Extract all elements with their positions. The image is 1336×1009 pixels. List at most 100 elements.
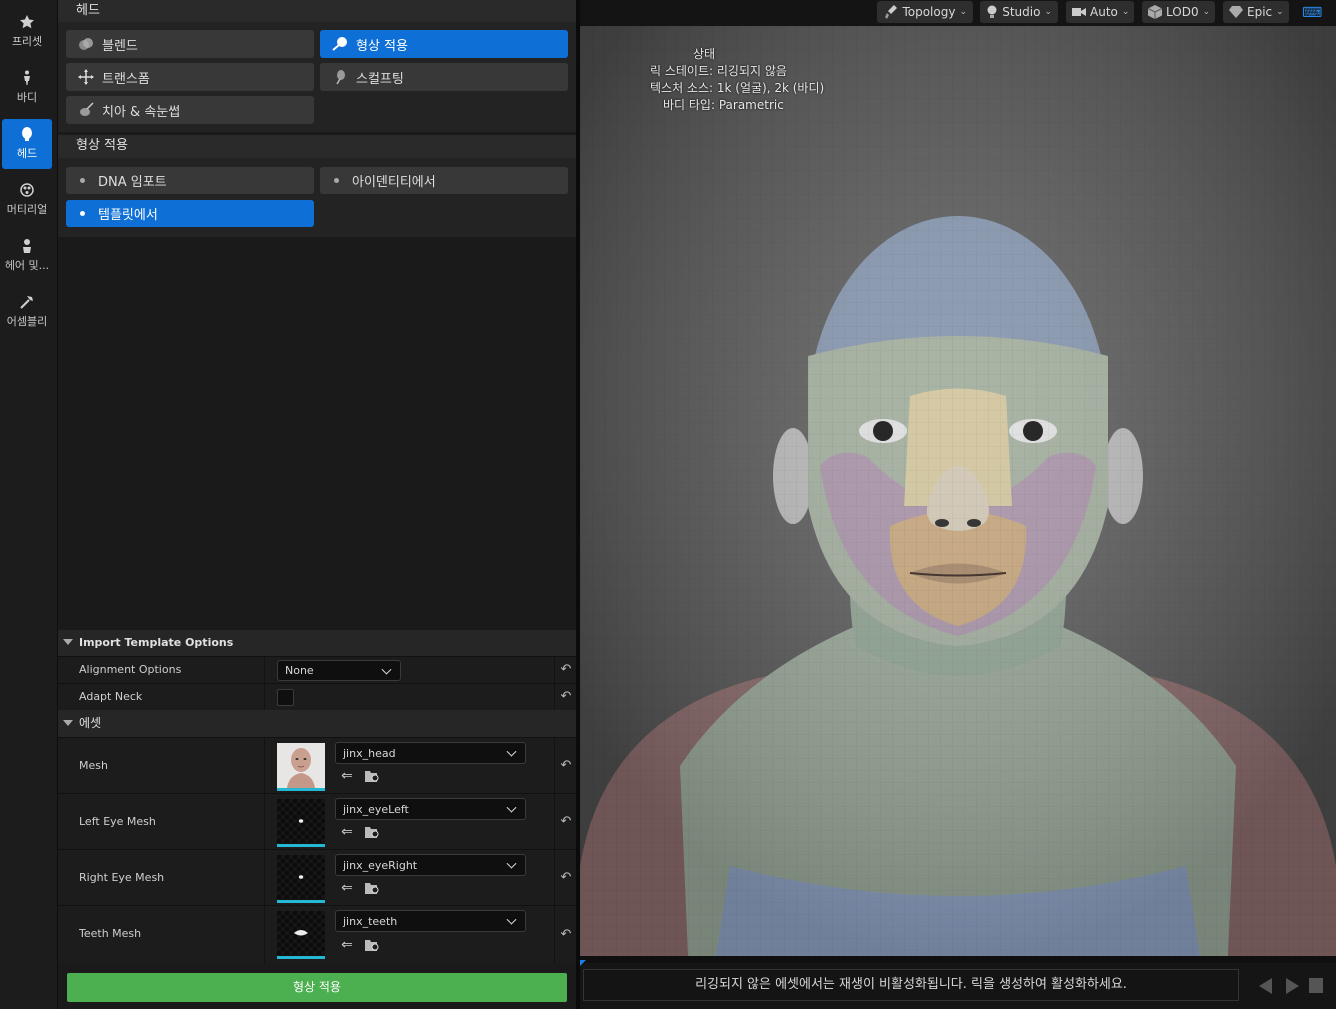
column-divider [554,738,555,793]
column-divider [264,684,265,710]
transform-button[interactable]: 트랜스폼 [66,63,314,91]
rig-state-text: 릭 스테이트: 리깅되지 않음 [650,64,787,78]
rail-item-hair[interactable]: 헤어 및... [2,231,52,281]
column-divider [264,657,265,683]
from-template-option[interactable]: 템플릿에서 [66,200,314,227]
import-template-options-header[interactable]: Import Template Options [58,630,576,656]
browse-asset-icon[interactable] [364,937,380,953]
rail-item-assembly[interactable]: 어셈블리 [2,287,52,337]
use-selected-icon[interactable]: ⇐ [339,824,355,840]
assets-header[interactable]: 에셋 [58,710,576,737]
column-divider [554,794,555,849]
rail-item-head[interactable]: 헤드 [2,119,52,169]
chevron-down-icon [506,914,517,925]
sculpt-icon [330,68,350,86]
rail-item-label: 어셈블리 [6,315,48,328]
alignment-options-dropdown[interactable]: None [277,660,401,681]
blend-label: 블렌드 [102,38,138,54]
import-template-options-title: Import Template Options [79,636,234,649]
mesh-asset-value: jinx_head [343,746,396,760]
mesh-asset-picker[interactable]: jinx_head [335,742,526,764]
teeth-lashes-label: 치아 & 속눈썹 [102,104,181,120]
lod-dropdown[interactable]: LOD0 ⌄ [1142,1,1215,23]
teeth-lashes-button[interactable]: 치아 & 속눈썹 [66,96,314,124]
right-eye-thumbnail[interactable] [277,855,325,903]
quality-dropdown[interactable]: Epic ⌄ [1223,1,1289,23]
transform-icon [76,68,96,86]
teeth-thumbnail[interactable] [277,911,325,959]
rail-item-materials[interactable]: 머티리얼 [2,175,52,225]
column-divider [264,794,265,849]
dna-import-option[interactable]: DNA 임포트 [66,167,314,194]
star-icon [17,13,37,31]
assets-title: 에셋 [79,716,102,730]
rail-item-presets[interactable]: 프리셋 [2,7,52,57]
reset-icon[interactable]: ↶ [559,815,573,829]
asset-row-teeth: Teeth Mesh jinx_teeth ⇐ ↶ [58,905,576,963]
lighting-dropdown[interactable]: Studio ⌄ [980,1,1058,23]
use-selected-icon[interactable]: ⇐ [339,937,355,953]
left-eye-asset-picker[interactable]: jinx_eyeLeft [335,798,526,820]
right-eye-asset-picker[interactable]: jinx_eyeRight [335,854,526,876]
reset-icon[interactable]: ↶ [559,663,573,677]
browse-asset-icon[interactable] [364,768,380,784]
radio-dot [334,178,339,183]
adapt-neck-row: Adapt Neck ↶ [58,683,576,710]
conform-icon [330,35,350,53]
adapt-neck-label: Adapt Neck [79,690,143,703]
camera-icon [1072,4,1086,20]
body-icon [17,69,37,87]
conform-button[interactable]: 형상 적용 [320,30,568,58]
head-panel: 헤드 블렌드 형상 적용 트랜스폼 스컬프팅 치아 & 속눈썹 형상 적용 DN… [58,0,576,1009]
reset-icon[interactable]: ↶ [559,690,573,704]
chevron-down-icon: ⌄ [1202,7,1211,17]
left-eye-thumbnail[interactable] [277,799,325,847]
conform-label: 형상 적용 [356,38,408,54]
lod-label: LOD0 [1166,5,1199,19]
use-selected-icon[interactable]: ⇐ [339,768,355,784]
from-identity-option[interactable]: 아이덴티티에서 [320,167,568,194]
hammer-icon [17,293,37,311]
topology-label: Topology [902,5,956,19]
left-eye-asset-value: jinx_eyeLeft [343,802,409,816]
reset-icon[interactable]: ↶ [559,759,573,773]
sculpt-button[interactable]: 스컬프팅 [320,63,568,91]
play-icon[interactable] [1286,978,1299,994]
apply-conform-button[interactable]: 형상 적용 [67,973,567,1002]
topology-dropdown[interactable]: Topology ⌄ [877,1,973,23]
timeline-track[interactable] [580,956,1336,963]
alignment-options-row: Alignment Options None ↶ [58,656,576,683]
rail-item-label: 프리셋 [11,35,43,48]
browse-asset-icon[interactable] [364,824,380,840]
camera-dropdown[interactable]: Auto ⌄ [1066,1,1134,23]
chevron-down-icon [381,664,392,675]
hair-icon [17,237,37,255]
dna-import-label: DNA 임포트 [98,175,167,190]
quality-icon [1229,4,1243,20]
timeline-marker[interactable] [580,960,586,966]
browse-asset-icon[interactable] [364,880,380,896]
viewport[interactable] [580,26,1336,956]
rail-item-label: 머티리얼 [6,203,48,216]
mesh-thumbnail[interactable] [277,743,325,791]
rail-item-body[interactable]: 바디 [2,63,52,113]
column-divider [264,850,265,905]
panel-empty-space [58,237,576,630]
conform-section-header: 형상 적용 [58,135,576,158]
play-reverse-icon[interactable] [1259,978,1272,994]
column-divider [554,657,555,683]
reset-icon[interactable]: ↶ [559,928,573,942]
eye-thumbnail-icon [298,875,304,879]
use-selected-icon[interactable]: ⇐ [339,880,355,896]
alignment-options-label: Alignment Options [79,663,182,676]
head-section-header: 헤드 [58,0,576,22]
teeth-asset-picker[interactable]: jinx_teeth [335,910,526,932]
material-icon [17,181,37,199]
head-icon [17,125,37,143]
stop-icon[interactable] [1309,978,1323,993]
keyboard-icon[interactable]: ⌨ [1302,5,1322,21]
blend-button[interactable]: 블렌드 [66,30,314,58]
column-divider [554,906,555,963]
adapt-neck-checkbox[interactable] [277,689,294,706]
reset-icon[interactable]: ↶ [559,871,573,885]
